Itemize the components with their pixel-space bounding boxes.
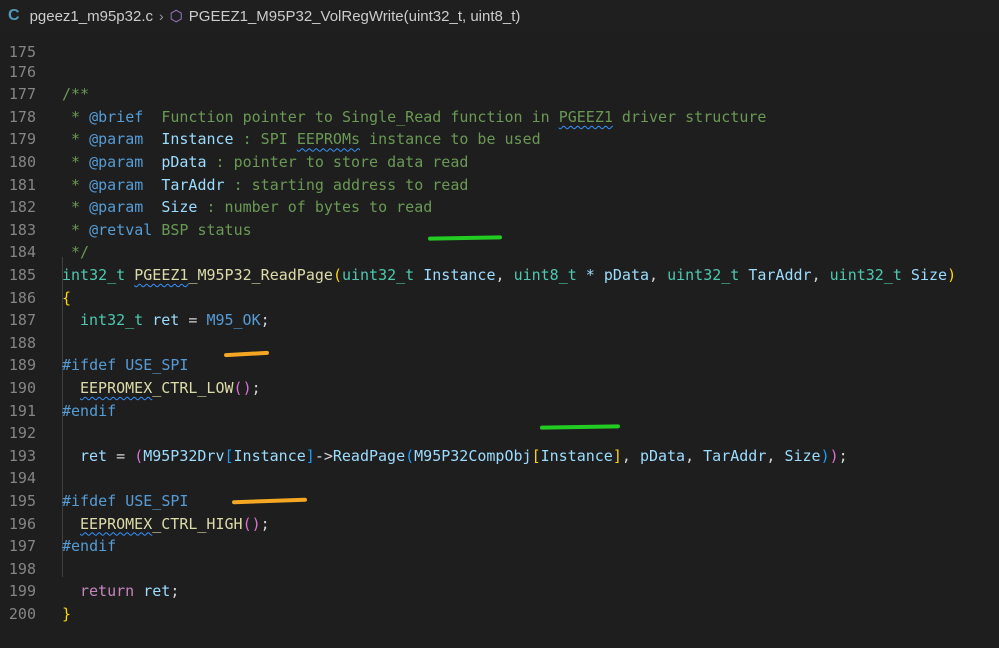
code-line: 185 { bbox=[0, 241, 999, 307]
code-line: 198 return ret; bbox=[0, 535, 999, 601]
code-line: 188 #ifdef USE_SPI bbox=[0, 309, 999, 375]
code-line: 196 #endif bbox=[0, 490, 999, 556]
code-line: 182 * @retval BSP status bbox=[0, 174, 999, 239]
code-line: 189 EEPROMEX_CTRL_LOW(); bbox=[0, 332, 999, 397]
code-line: 194 #ifdef USE_SPI bbox=[0, 445, 999, 510]
code-line: 178 * @param Instance : SPI EEPROMs inst… bbox=[0, 83, 999, 149]
code-line: 179 * @param pData : pointer to store da… bbox=[0, 106, 999, 171]
code-line: 181 * @param Size : number of bytes to r… bbox=[0, 151, 999, 217]
code-line: 186 int32_t ret = M95_OK; bbox=[0, 264, 999, 330]
code-line: 176 /** bbox=[0, 38, 999, 104]
code-line: 192 ret = (M95P32Drv[Instance]->ReadPage… bbox=[0, 400, 999, 465]
code-line: 197 bbox=[0, 513, 999, 555]
code-line: 180 * @param TarAddr : starting address … bbox=[0, 128, 999, 194]
code-line: 193 bbox=[0, 422, 999, 465]
close-brace: } bbox=[62, 604, 72, 623]
code-line: 191 bbox=[0, 377, 999, 420]
code-line: 190 #endif bbox=[0, 354, 999, 420]
line-number: 200 bbox=[8, 604, 36, 623]
code-line: 183 */ bbox=[0, 196, 999, 262]
code-line: 195 EEPROMEX_CTRL_HIGH(); bbox=[0, 467, 999, 533]
code-editor[interactable]: 175 176 /** 177 * @brief Function pointe… bbox=[0, 32, 999, 623]
code-line: 177 * @brief Function pointer to Single_… bbox=[0, 61, 999, 126]
code-line: 199 } bbox=[0, 558, 999, 623]
code-line: 187 bbox=[0, 287, 999, 329]
